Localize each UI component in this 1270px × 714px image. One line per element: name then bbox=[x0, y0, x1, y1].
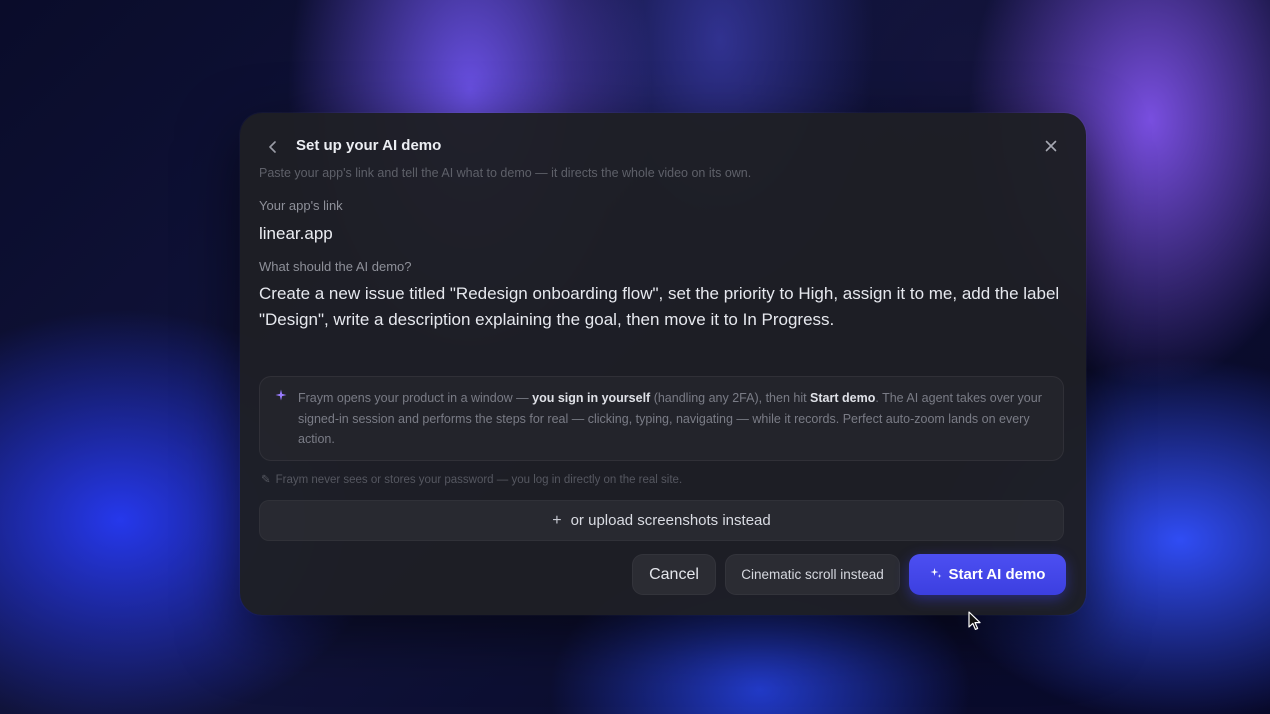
back-button[interactable] bbox=[262, 136, 284, 158]
start-ai-demo-label: Start AI demo bbox=[948, 566, 1046, 583]
privacy-note-text: Fraym never sees or stores your password… bbox=[275, 474, 683, 486]
close-button[interactable] bbox=[1040, 135, 1062, 157]
info-text-emphasis: Start demo bbox=[810, 391, 876, 405]
start-ai-demo-button[interactable]: Start AI demo bbox=[909, 554, 1066, 595]
cancel-button[interactable]: Cancel bbox=[632, 554, 716, 595]
info-text-part: (handling any 2FA), then hit bbox=[650, 391, 811, 405]
sparkle-icon bbox=[275, 389, 287, 404]
dialog-subtitle: Paste your app's link and tell the AI wh… bbox=[259, 166, 752, 180]
dialog-title: Set up your AI demo bbox=[296, 137, 442, 154]
plus-icon: + bbox=[552, 511, 562, 529]
lock-icon: ✎ bbox=[261, 474, 271, 486]
close-icon bbox=[1045, 140, 1057, 152]
demo-prompt-label: What should the AI demo? bbox=[259, 259, 412, 274]
sparkle-icon bbox=[930, 567, 942, 582]
app-link-label: Your app's link bbox=[259, 198, 343, 213]
upload-screenshots-label: or upload screenshots instead bbox=[570, 512, 771, 529]
info-text-part: Fraym opens your product in a window — bbox=[298, 391, 533, 405]
info-text-emphasis: you sign in yourself bbox=[532, 391, 651, 405]
cinematic-scroll-button[interactable]: Cinematic scroll instead bbox=[725, 554, 900, 595]
app-link-input[interactable]: linear.app bbox=[259, 221, 1064, 247]
demo-prompt-textarea[interactable]: Create a new issue titled "Redesign onbo… bbox=[259, 281, 1064, 351]
privacy-note: ✎ Fraym never sees or stores your passwor… bbox=[261, 472, 682, 486]
upload-screenshots-button[interactable]: + or upload screenshots instead bbox=[259, 500, 1064, 541]
mouse-cursor-icon bbox=[968, 611, 981, 630]
info-text: Fraym opens your product in a window — y… bbox=[298, 388, 1050, 450]
chevron-left-icon bbox=[269, 141, 276, 153]
